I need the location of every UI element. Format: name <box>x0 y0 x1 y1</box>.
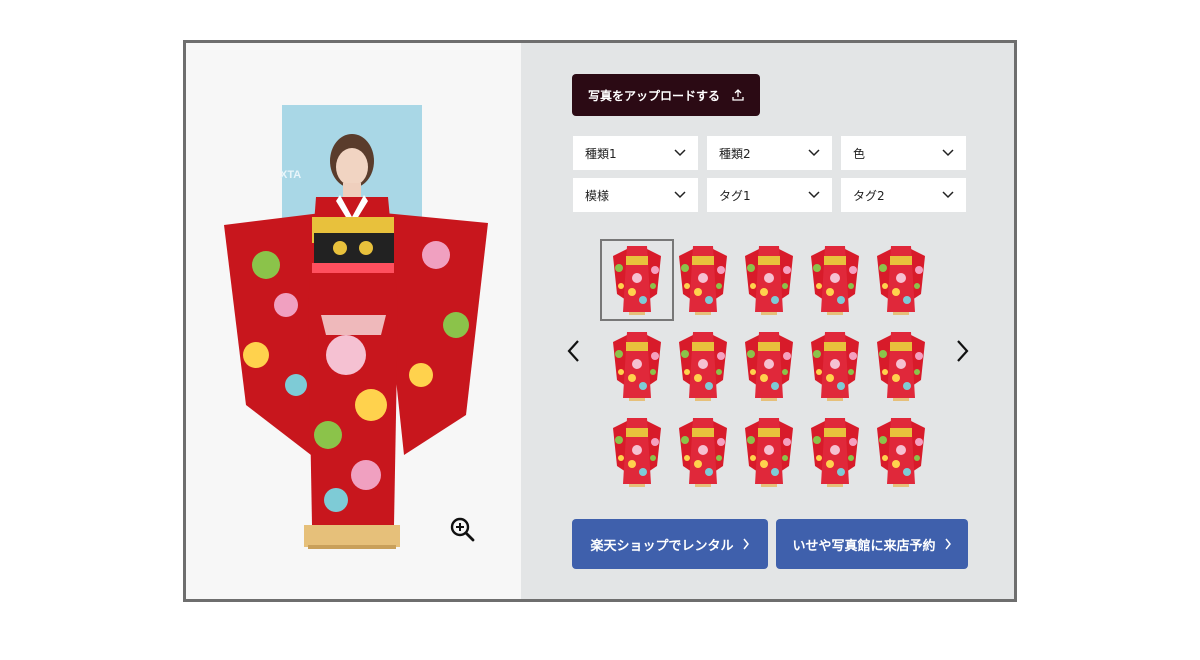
kimono-thumbnail[interactable] <box>798 411 872 493</box>
upload-photo-button[interactable]: 写真をアップロードする <box>572 74 760 116</box>
filter-label: 模様 <box>585 188 610 203</box>
backdrop-text: XTA <box>280 169 301 181</box>
filter-pattern-select[interactable]: 模様 <box>573 178 698 212</box>
filter-color-select[interactable]: 色 <box>841 136 966 170</box>
chevron-down-icon <box>942 191 954 199</box>
rakuten-rental-label: 楽天ショップでレンタル <box>590 538 734 554</box>
chevron-down-icon <box>942 149 954 157</box>
filter-type2-select[interactable]: 種類2 <box>707 136 832 170</box>
kimono-thumbnail[interactable] <box>798 239 872 321</box>
chevron-right-icon <box>944 538 951 550</box>
chevron-right-icon <box>957 340 969 362</box>
filter-label: 種類2 <box>719 146 751 161</box>
filter-label: タグ2 <box>853 188 885 203</box>
chevron-down-icon <box>808 149 820 157</box>
filter-label: 色 <box>853 146 866 161</box>
filter-tag1-select[interactable]: タグ1 <box>707 178 832 212</box>
kimono-preview-photo: XTA <box>216 105 491 555</box>
chevron-left-icon <box>567 340 579 362</box>
gallery-prev-button[interactable] <box>561 335 585 367</box>
filter-label: タグ1 <box>719 188 751 203</box>
zoom-in-icon[interactable] <box>448 515 478 545</box>
kimono-thumbnail[interactable] <box>732 239 806 321</box>
kimono-thumbnail[interactable] <box>732 411 806 493</box>
upload-photo-label: 写真をアップロードする <box>587 88 720 103</box>
rakuten-rental-button[interactable]: 楽天ショップでレンタル <box>572 519 768 569</box>
kimono-thumbnail[interactable] <box>798 325 872 407</box>
isseya-reservation-label: いせや写真館に来店予約 <box>792 538 936 554</box>
chevron-right-icon <box>742 538 749 550</box>
chevron-down-icon <box>674 149 686 157</box>
kimono-thumbnail[interactable] <box>864 411 938 493</box>
kimono-thumbnail[interactable] <box>600 411 674 493</box>
filter-tag2-select[interactable]: タグ2 <box>841 178 966 212</box>
kimono-thumbnail[interactable] <box>864 325 938 407</box>
filter-label: 種類1 <box>585 146 617 161</box>
kimono-thumbnail-grid <box>600 239 940 499</box>
kimono-thumbnail[interactable] <box>666 411 740 493</box>
preview-panel: XTA <box>186 43 521 599</box>
kimono-thumbnail[interactable] <box>666 239 740 321</box>
isseya-reservation-button[interactable]: いせや写真館に来店予約 <box>776 519 968 569</box>
upload-icon <box>732 89 744 101</box>
gallery-next-button[interactable] <box>951 335 975 367</box>
chevron-down-icon <box>674 191 686 199</box>
kimono-thumbnail[interactable] <box>666 325 740 407</box>
control-panel: 写真をアップロードする 種類1 種類2 色 模様 タグ1 タグ2 楽天ショップで… <box>521 43 1014 599</box>
kimono-thumbnail[interactable] <box>864 239 938 321</box>
kimono-thumbnail[interactable] <box>600 239 674 321</box>
kimono-thumbnail[interactable] <box>732 325 806 407</box>
kimono-thumbnail[interactable] <box>600 325 674 407</box>
chevron-down-icon <box>808 191 820 199</box>
filter-type1-select[interactable]: 種類1 <box>573 136 698 170</box>
app-frame: XTA 写真をアップロードする 種類1 種類2 色 模様 タグ1 タグ2 楽天シ… <box>183 40 1017 602</box>
